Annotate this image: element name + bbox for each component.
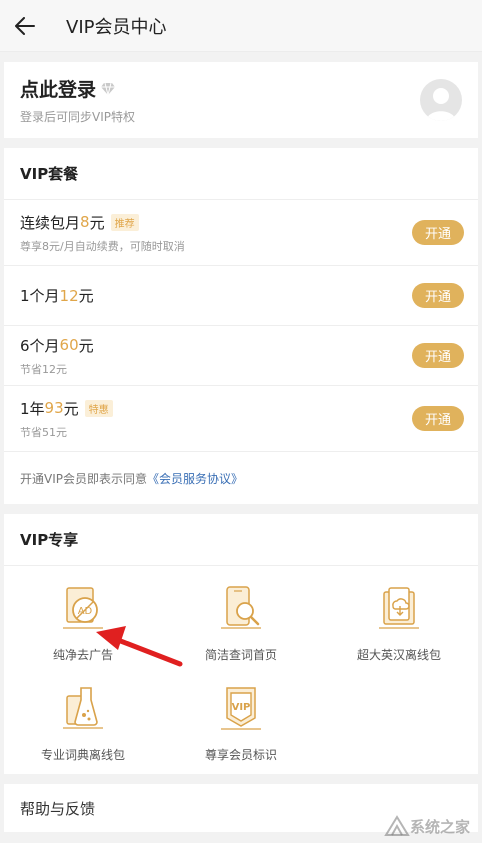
package-name: 1个月 12 元: [20, 285, 412, 306]
package-info: 1年 93 元 特惠 节省51元: [20, 398, 412, 440]
package-duration: 连续包月: [20, 213, 81, 232]
help-feedback-label: 帮助与反馈: [20, 799, 96, 818]
watermark-text: 系统之家: [409, 817, 470, 836]
open-button[interactable]: 开通: [412, 283, 464, 308]
package-info: 连续包月 8 元 推荐 尊享8元/月自动续费，可随时取消: [20, 212, 412, 254]
package-row: 1个月 12 元 开通: [4, 266, 478, 326]
package-unit: 元: [78, 287, 94, 305]
privilege-no-ads[interactable]: AD 纯净去广告: [4, 584, 162, 684]
package-price: 8: [80, 213, 90, 231]
login-subtitle: 登录后可同步VIP特权: [20, 110, 135, 124]
package-unit: 元: [63, 399, 79, 418]
package-duration: 1个月: [20, 287, 60, 305]
diamond-icon: [100, 82, 116, 96]
privilege-member-badge[interactable]: VIP 尊享会员标识: [162, 684, 320, 784]
package-row: 连续包月 8 元 推荐 尊享8元/月自动续费，可随时取消 开通: [4, 200, 478, 266]
package-price: 60: [59, 336, 79, 354]
package-unit: 元: [89, 213, 105, 232]
vip-privileges-card: VIP专享 AD 纯净去广告 简洁查词首页 超大英汉离线包 专业词典离线包 VI…: [4, 514, 478, 774]
privilege-dictionary-pack[interactable]: 专业词典离线包: [4, 684, 162, 784]
phone-search-icon: [221, 586, 261, 629]
top-bar: VIP会员中心: [0, 0, 482, 52]
service-agreement-link[interactable]: 《会员服务协议》: [147, 470, 243, 487]
watermark: 系统之家: [384, 815, 470, 837]
svg-text:VIP: VIP: [232, 702, 251, 713]
packages-section-title: VIP套餐: [4, 148, 478, 200]
login-title-row: 点此登录: [20, 75, 420, 102]
package-row: 1年 93 元 特惠 节省51元 开通: [4, 386, 478, 452]
watermark-logo-icon: [384, 815, 410, 836]
privilege-label: 专业词典离线包: [40, 748, 125, 762]
open-button[interactable]: 开通: [412, 220, 464, 245]
page-title: VIP会员中心: [66, 16, 167, 38]
package-info: 6个月 60 元 节省12元: [20, 335, 412, 377]
flask-icon: [63, 687, 103, 729]
login-text-group: 点此登录 登录后可同步VIP特权: [20, 75, 420, 125]
user-avatar-icon[interactable]: [420, 79, 462, 121]
no-ads-icon: AD: [63, 587, 103, 629]
discount-tag: 特惠: [84, 399, 113, 417]
package-row: 6个月 60 元 节省12元 开通: [4, 326, 478, 386]
privilege-simple-home[interactable]: 简洁查词首页: [162, 584, 320, 684]
package-duration: 1年: [20, 399, 45, 418]
privilege-label: 超大英汉离线包: [356, 648, 441, 662]
vip-packages-card: VIP套餐 连续包月 8 元 推荐 尊享8元/月自动续费，可随时取消 开通 1个月 1…: [4, 148, 478, 504]
agreement-text: 开通VIP会员即表示同意: [20, 471, 147, 486]
recommend-tag: 推荐: [110, 213, 139, 231]
package-name: 连续包月 8 元 推荐: [20, 212, 412, 233]
package-duration: 6个月: [20, 336, 60, 355]
login-card[interactable]: 点此登录 登录后可同步VIP特权: [4, 62, 478, 138]
package-name: 6个月 60 元: [20, 335, 412, 356]
privilege-offline-pack[interactable]: 超大英汉离线包: [320, 584, 478, 684]
package-price: 93: [44, 399, 64, 417]
privileges-grid: AD 纯净去广告 简洁查词首页 超大英汉离线包 专业词典离线包 VIP 尊享会员…: [4, 566, 478, 784]
agreement-note: 开通VIP会员即表示同意 《会员服务协议》: [4, 452, 478, 504]
privilege-label: 尊享会员标识: [204, 748, 277, 762]
package-desc: 尊享8元/月自动续费，可随时取消: [20, 239, 185, 253]
arrow-left-icon[interactable]: [14, 15, 36, 37]
package-desc: 节省51元: [20, 425, 67, 439]
open-button[interactable]: 开通: [412, 343, 464, 368]
package-price: 12: [59, 286, 79, 305]
package-name: 1年 93 元 特惠: [20, 398, 412, 419]
privilege-label: 纯净去广告: [52, 648, 113, 662]
open-button[interactable]: 开通: [412, 406, 464, 431]
privilege-label: 简洁查词首页: [204, 648, 277, 662]
package-desc: 节省12元: [20, 362, 67, 376]
vip-badge-icon: VIP: [221, 687, 261, 730]
login-title[interactable]: 点此登录: [20, 75, 96, 102]
cloud-download-icon: [379, 587, 419, 629]
privileges-section-title: VIP专享: [4, 514, 478, 566]
package-unit: 元: [78, 336, 94, 355]
package-info: 1个月 12 元: [20, 285, 412, 306]
